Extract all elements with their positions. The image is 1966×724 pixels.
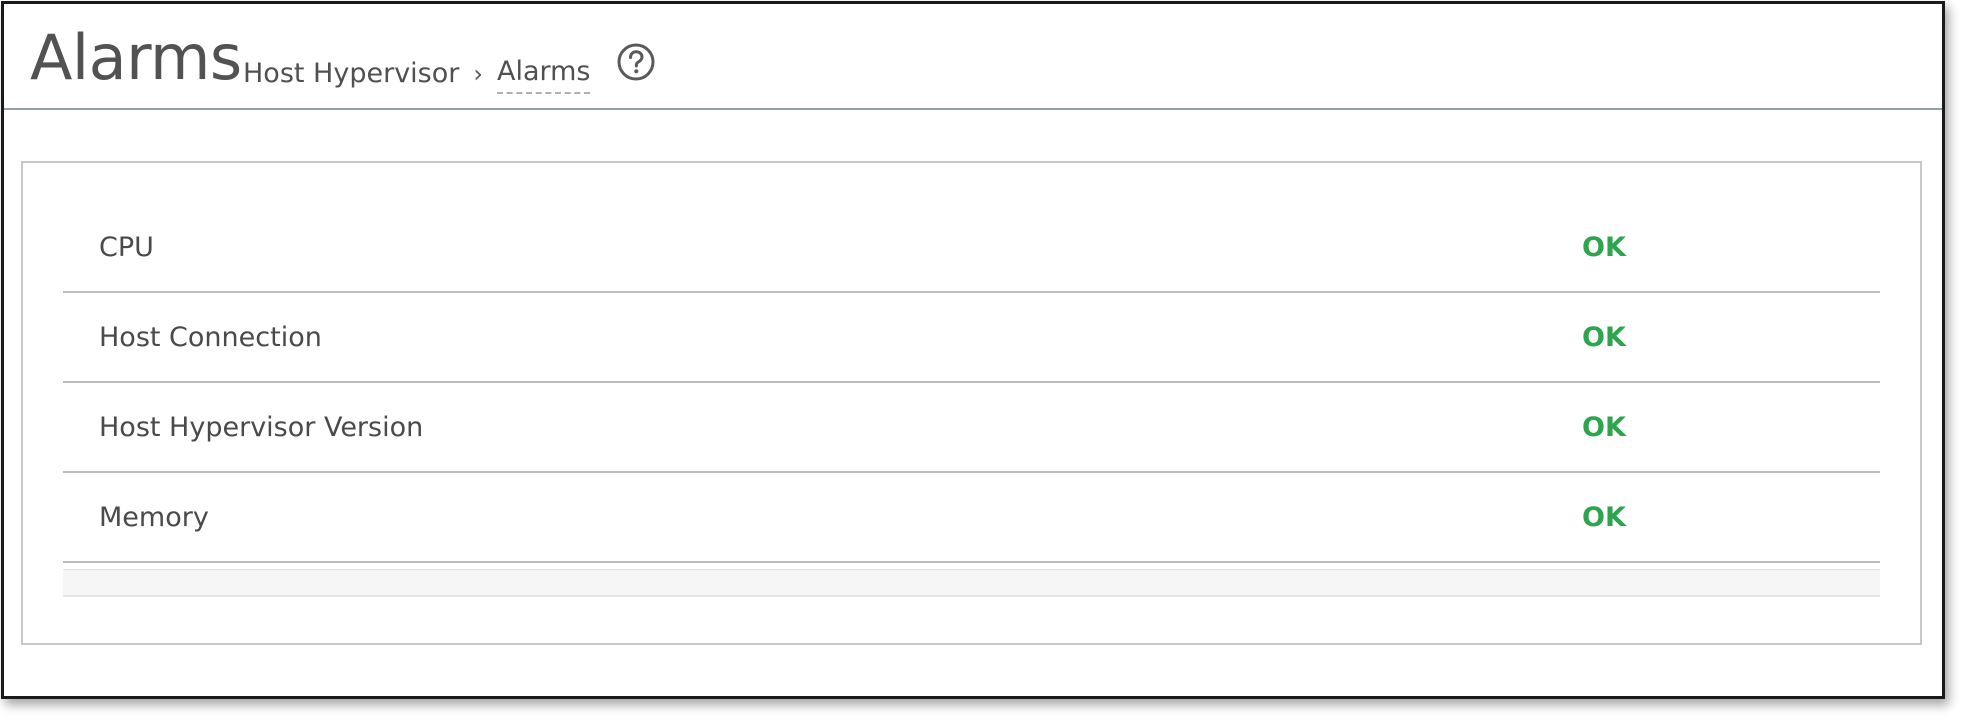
list-footer-bar — [63, 569, 1880, 597]
alarms-panel: CPU OK Host Connection OK Host Hyperviso… — [21, 161, 1922, 645]
breadcrumb-host-hypervisor-link[interactable]: Host Hypervisor — [243, 56, 459, 92]
breadcrumb-alarms-link[interactable]: Alarms — [496, 54, 591, 94]
alarm-status-badge[interactable]: OK — [1582, 293, 1626, 383]
alarm-row-host-hypervisor-version: Host Hypervisor Version OK — [63, 383, 1880, 473]
alarm-status-badge[interactable]: OK — [1582, 473, 1626, 563]
alarm-status-badge[interactable]: OK — [1582, 383, 1626, 473]
alarm-name: Host Connection — [99, 322, 322, 353]
alarm-row-host-connection: Host Connection OK — [63, 293, 1880, 383]
alarm-name: Memory — [99, 502, 209, 533]
app-window: Alarms Host Hypervisor › Alarms CPU OK H… — [1, 1, 1945, 699]
alarm-row-memory: Memory OK — [63, 473, 1880, 563]
breadcrumb: Host Hypervisor › Alarms — [243, 54, 591, 94]
alarm-row-cpu: CPU OK — [63, 203, 1880, 293]
page-header: Alarms Host Hypervisor › Alarms — [4, 4, 1942, 110]
alarm-name: CPU — [99, 232, 154, 263]
breadcrumb-separator: › — [473, 60, 483, 88]
page-title: Alarms — [30, 21, 242, 94]
question-circle-icon[interactable] — [616, 42, 656, 82]
alarm-name: Host Hypervisor Version — [99, 412, 424, 443]
alarm-list: CPU OK Host Connection OK Host Hyperviso… — [63, 203, 1880, 597]
alarm-status-badge[interactable]: OK — [1582, 203, 1626, 293]
